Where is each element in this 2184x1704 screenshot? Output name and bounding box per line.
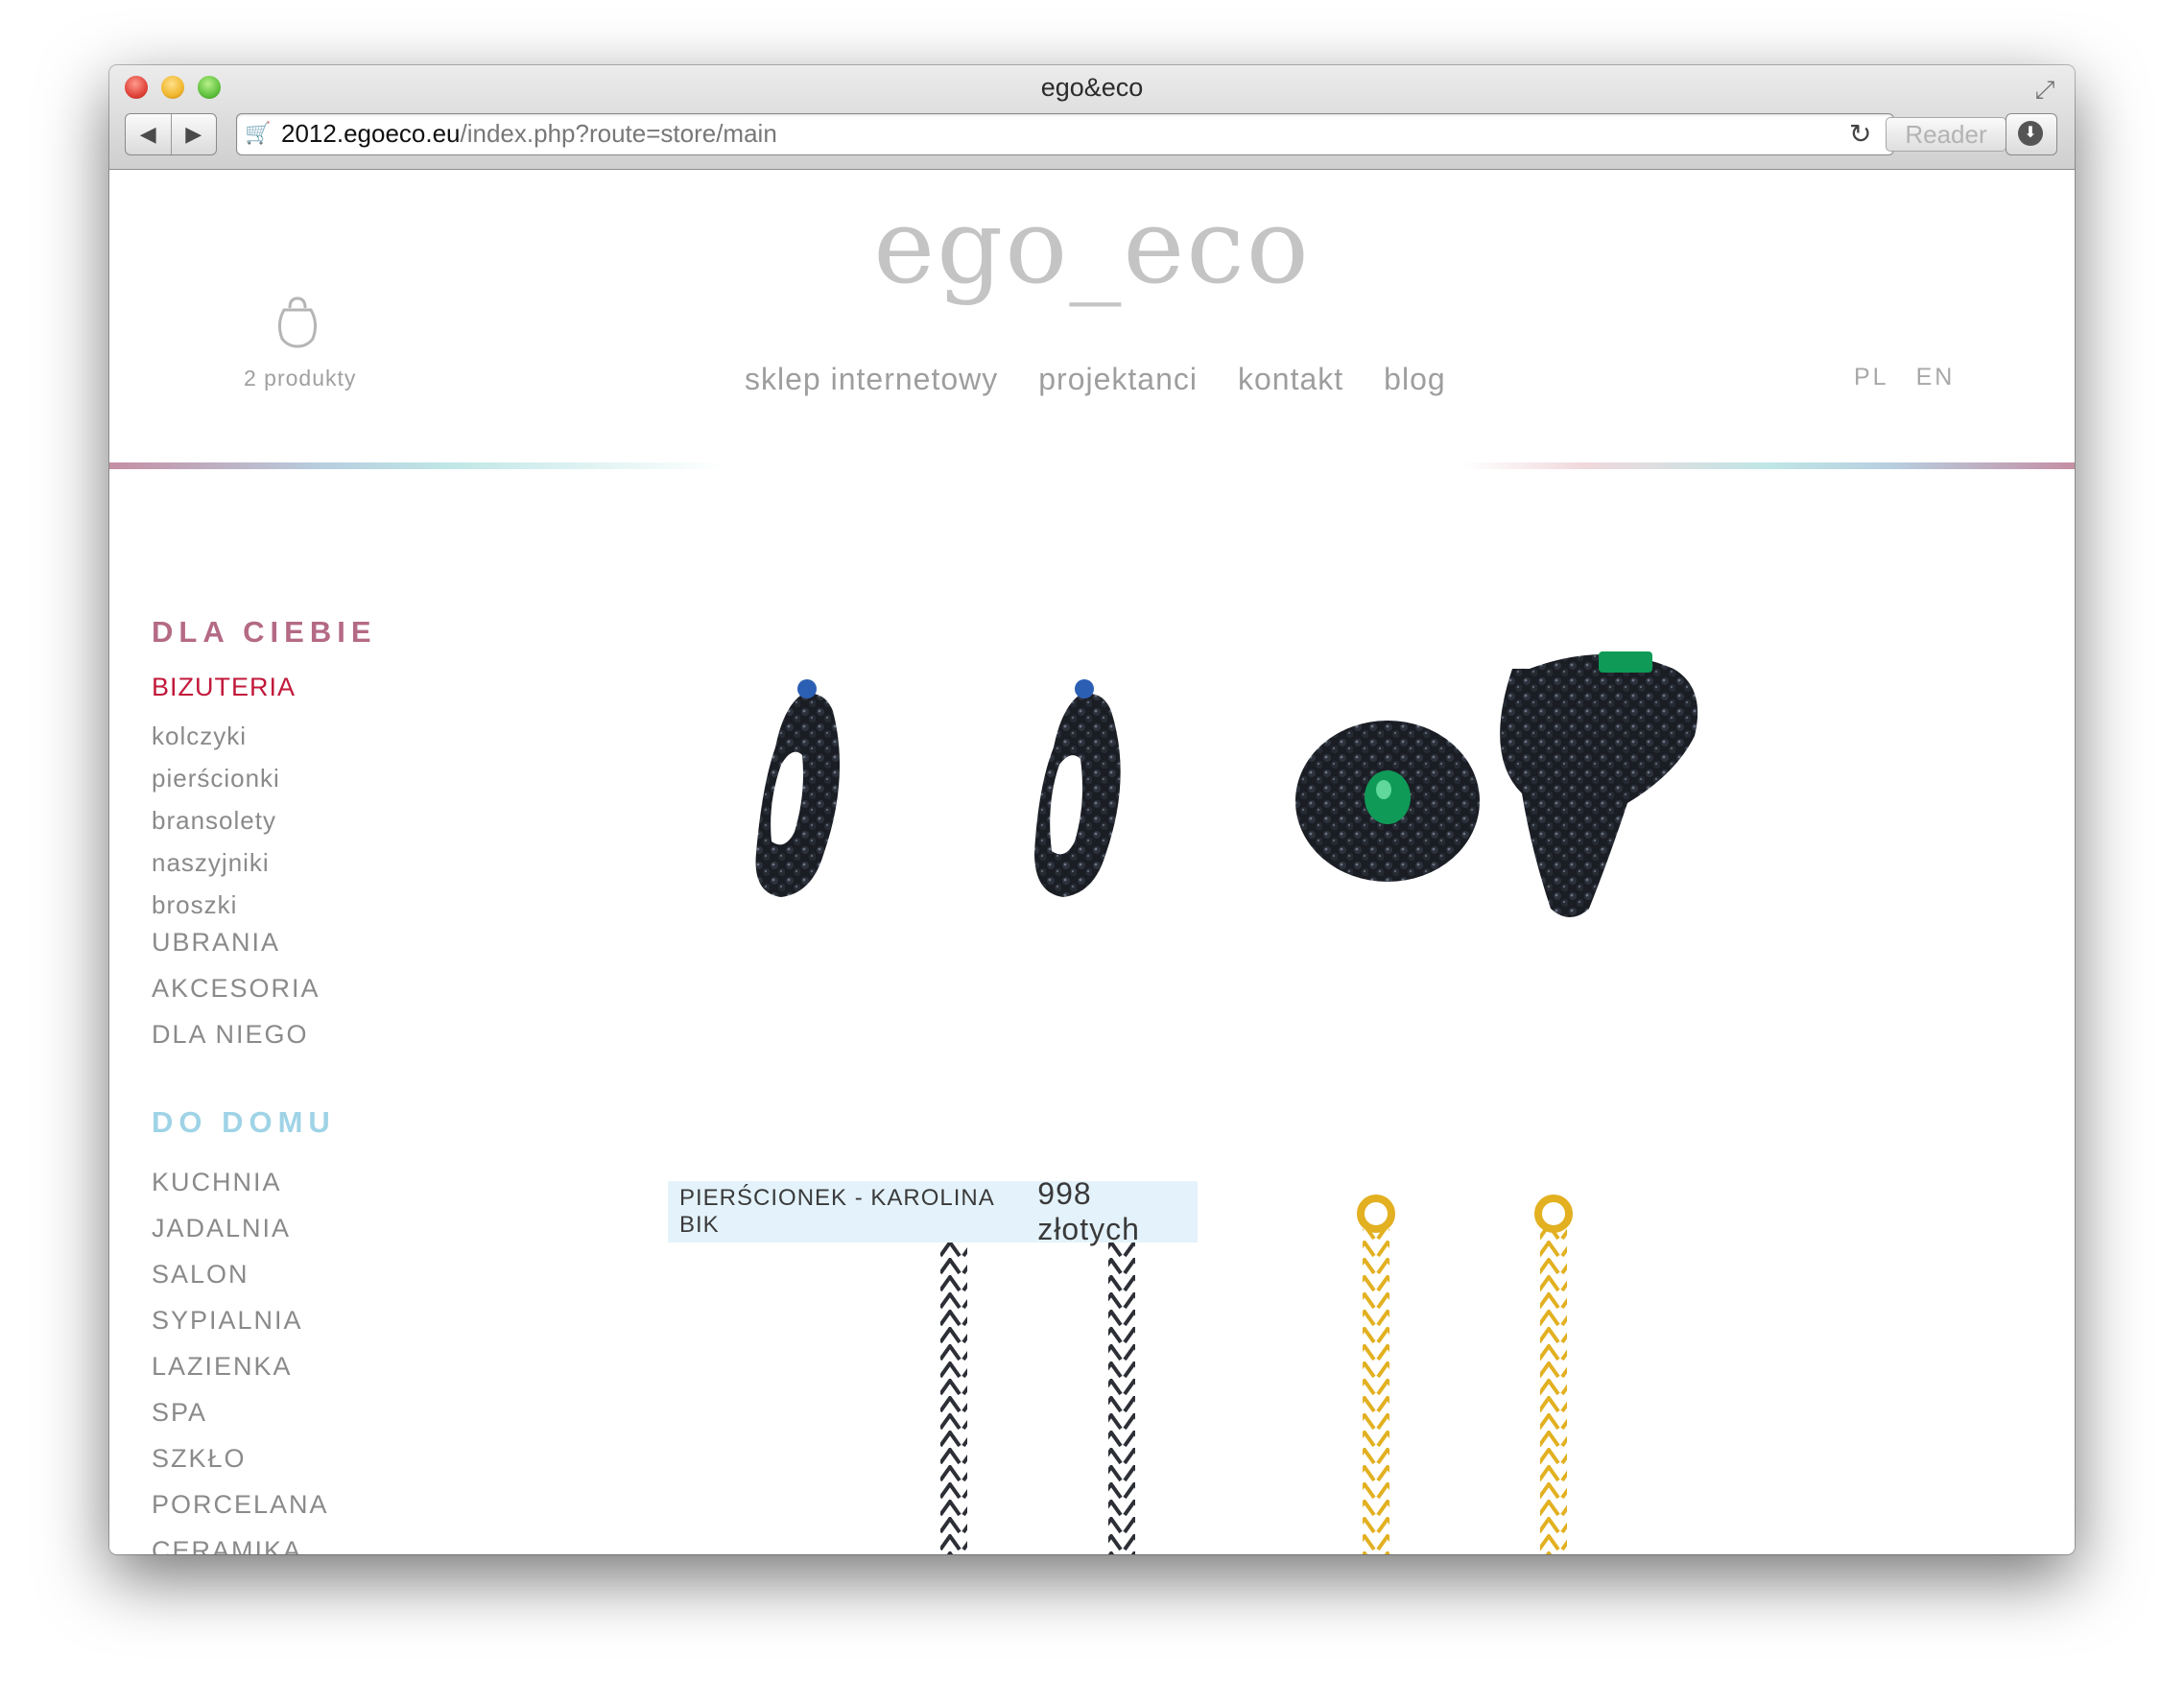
product-rings-black[interactable] (1295, 651, 1698, 917)
url-host: 2012.egoeco.eu (281, 119, 461, 148)
address-bar[interactable]: 🛒 2012.egoeco.eu/index.php?route=store/m… (236, 113, 2006, 155)
product-grid (755, 651, 1698, 1554)
window-title: ego&eco (1040, 73, 1144, 102)
download-icon: ⬇ (2018, 121, 2043, 146)
history-nav: ◀ ▶ (125, 113, 217, 155)
product-earrings-gold-chain[interactable] (1357, 1195, 1573, 1554)
browser-toolbar: ego&eco ⤢ ◀ ▶ 🛒 2012.egoeco.eu/index.php… (109, 65, 2075, 170)
web-page: ego_eco 2 produkty sklep internetowy pro… (109, 170, 2075, 1554)
url-text[interactable]: 2012.egoeco.eu/index.php?route=store/mai… (281, 119, 777, 149)
forward-button[interactable]: ▶ (170, 114, 217, 154)
reload-icon[interactable]: ↻ (1849, 118, 1871, 150)
reader-button[interactable]: Reader (1886, 117, 2006, 152)
cart-favicon-icon: 🛒 (245, 121, 272, 145)
url-path: /index.php?route=store/main (460, 119, 777, 148)
browser-window: ego&eco ⤢ ◀ ▶ 🛒 2012.egoeco.eu/index.php… (109, 65, 2075, 1554)
back-button[interactable]: ◀ (126, 114, 171, 154)
downloads-button[interactable]: ⬇ (2006, 113, 2057, 155)
product-earrings-black[interactable] (755, 679, 1121, 897)
product-price: 998 złotych (1037, 1176, 1140, 1246)
product-earrings-dark-chain[interactable] (935, 1195, 1141, 1554)
back-arrow-icon: ◀ (139, 122, 156, 146)
product-hover-tag[interactable]: PIERŚCIONEK - KAROLINA BIK 998 złotych (668, 1176, 1198, 1246)
fullscreen-icon[interactable]: ⤢ (2030, 75, 2059, 104)
forward-arrow-icon: ▶ (185, 122, 202, 146)
product-name: PIERŚCIONEK - KAROLINA BIK (679, 1185, 994, 1238)
